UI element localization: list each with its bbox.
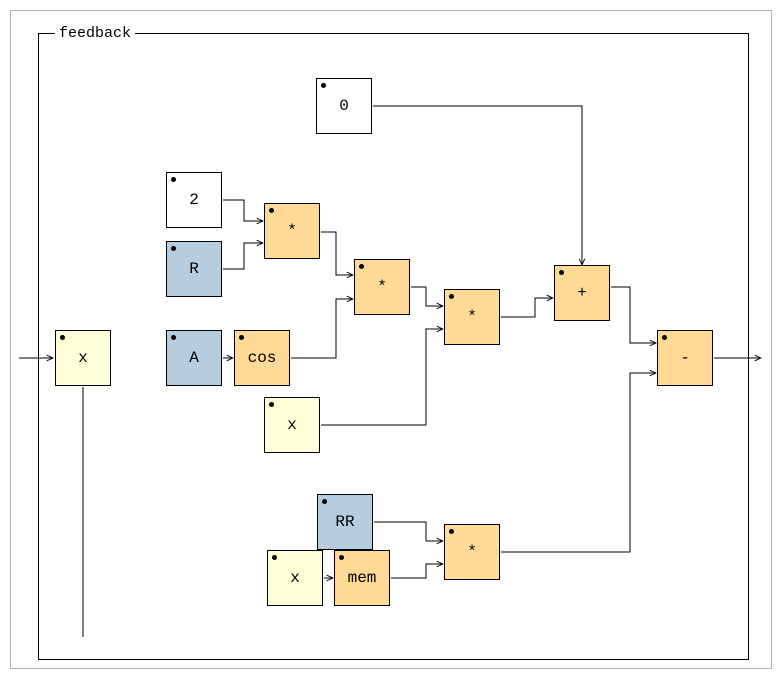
node-RR: RR xyxy=(317,494,373,550)
node-minus: - xyxy=(657,330,713,386)
node-x2: x xyxy=(264,397,320,453)
node-two: 2 xyxy=(166,172,222,228)
node-A: A xyxy=(166,330,222,386)
node-x: x xyxy=(55,330,111,386)
node-mul4: * xyxy=(444,524,500,580)
node-cos: cos xyxy=(234,330,290,386)
node-mul2: * xyxy=(354,259,410,315)
frame-label: feedback xyxy=(55,25,135,42)
node-mul3: * xyxy=(444,289,500,345)
node-R: R xyxy=(166,241,222,297)
node-plus: + xyxy=(554,265,610,321)
node-x3: x xyxy=(267,550,323,606)
node-mem: mem xyxy=(334,550,390,606)
node-zero: 0 xyxy=(316,78,372,134)
diagram-canvas: feedback xyxy=(10,10,772,669)
node-mul1: * xyxy=(264,203,320,259)
feedback-frame xyxy=(38,33,749,660)
